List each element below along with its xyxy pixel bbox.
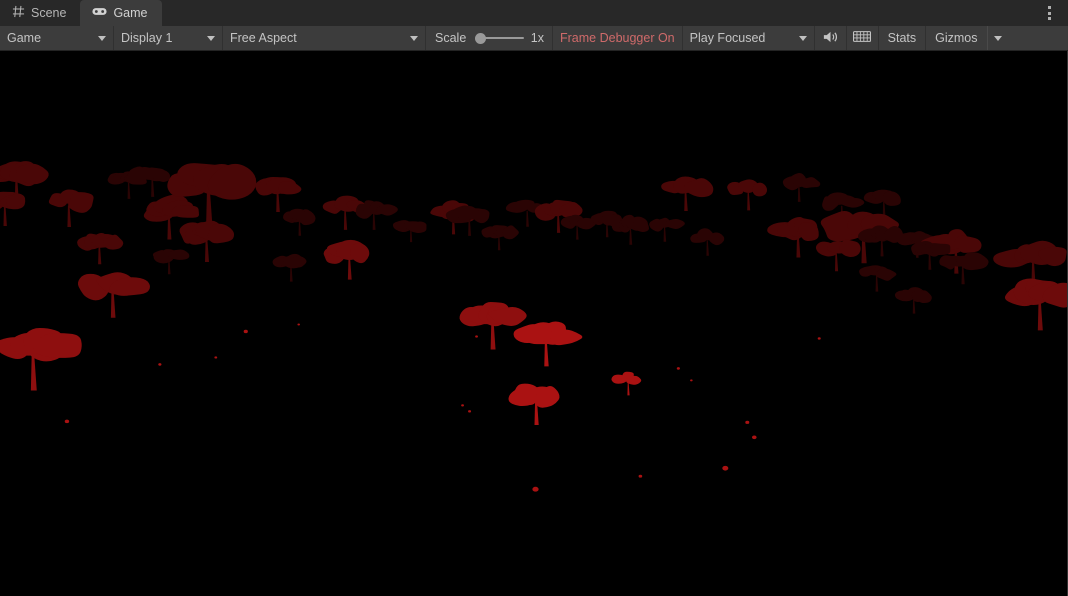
scale-label: Scale <box>435 30 467 45</box>
tree-silhouette <box>611 371 642 396</box>
distant-tree-speck <box>722 465 729 471</box>
tree-silhouette <box>77 272 150 318</box>
distant-tree-speck <box>158 363 162 366</box>
distant-tree-speck <box>532 486 539 492</box>
tree-silhouette <box>392 220 427 243</box>
unity-game-window: Scene Game Game Display 1 Free Aspect Sc… <box>0 0 1068 596</box>
distant-tree-speck <box>468 410 472 413</box>
chevron-down-icon <box>410 35 418 41</box>
tab-strip: Scene Game <box>0 0 1068 26</box>
tree-silhouette <box>859 265 897 292</box>
tree-silhouette <box>0 327 82 391</box>
tiled-grid-icon <box>853 30 872 46</box>
tab-game-label: Game <box>113 5 148 20</box>
tree-silhouette <box>815 239 861 272</box>
distant-tree-speck <box>64 419 70 424</box>
play-mode-dropdown-label: Play Focused <box>689 30 766 45</box>
tree-silhouette <box>323 239 370 280</box>
scale-slider[interactable] <box>475 31 524 45</box>
tree-silhouette <box>513 321 583 367</box>
aspect-ratio-dropdown[interactable]: Free Aspect <box>223 26 426 50</box>
tree-silhouette <box>459 301 527 350</box>
chevron-down-icon <box>798 35 807 41</box>
chevron-down-icon <box>994 35 1003 41</box>
grid-icon <box>12 5 25 21</box>
kebab-menu-icon[interactable] <box>1038 0 1060 26</box>
scale-slider-handle[interactable] <box>475 32 487 44</box>
distant-tree-speck <box>214 356 218 359</box>
stats-button-label: Stats <box>887 30 917 45</box>
distant-tree-speck <box>461 404 464 407</box>
view-type-dropdown[interactable]: Game <box>0 26 114 50</box>
view-type-dropdown-label: Game <box>7 30 42 45</box>
tree-silhouette <box>894 287 932 314</box>
tree-silhouette <box>283 208 316 236</box>
gizmo-grid-button[interactable] <box>847 26 879 50</box>
gizmos-button[interactable]: Gizmos <box>926 26 986 50</box>
distant-tree-speck <box>751 435 757 440</box>
scale-value: 1x <box>530 31 544 45</box>
distant-tree-speck <box>243 329 248 334</box>
distant-tree-speck <box>297 323 301 326</box>
distant-tree-speck <box>638 474 643 478</box>
distant-tree-speck <box>745 420 750 424</box>
game-view-canvas[interactable] <box>0 51 1068 596</box>
tree-silhouette <box>863 189 901 217</box>
distant-tree-speck <box>817 337 821 340</box>
display-dropdown[interactable]: Display 1 <box>114 26 223 50</box>
tree-silhouette <box>508 383 560 426</box>
tree-silhouette <box>661 176 714 212</box>
tree-silhouette <box>690 228 725 256</box>
tree-silhouette <box>355 200 398 230</box>
tab-scene-label: Scene <box>31 5 67 20</box>
tree-silhouette <box>152 249 190 275</box>
aspect-ratio-dropdown-label: Free Aspect <box>230 30 297 45</box>
mute-audio-button[interactable] <box>815 26 847 50</box>
speaker-icon <box>822 30 839 47</box>
tree-silhouette <box>727 179 768 211</box>
tree-silhouette <box>128 166 171 197</box>
tree-silhouette <box>1004 278 1067 331</box>
tree-silhouette <box>255 176 302 213</box>
frame-debugger-status[interactable]: Frame Debugger On <box>553 26 683 50</box>
tree-silhouette <box>48 189 94 227</box>
distant-tree-speck <box>676 367 680 370</box>
tree-silhouette <box>939 252 989 285</box>
tree-silhouette <box>481 225 519 251</box>
distant-tree-speck <box>475 335 478 338</box>
chevron-down-icon <box>98 35 106 41</box>
tree-silhouette <box>77 233 124 265</box>
display-dropdown-label: Display 1 <box>121 30 173 45</box>
frame-debugger-status-label: Frame Debugger On <box>560 31 675 45</box>
tab-game[interactable]: Game <box>80 0 162 26</box>
play-mode-dropdown[interactable]: Play Focused <box>683 26 815 50</box>
tree-silhouette <box>782 173 821 202</box>
scale-slider-track <box>480 37 524 39</box>
game-scene-render <box>0 161 1067 492</box>
gizmos-button-label: Gizmos <box>935 30 978 45</box>
tree-silhouette <box>272 253 307 282</box>
stats-button[interactable]: Stats <box>879 26 927 50</box>
chevron-down-icon <box>207 35 215 41</box>
game-view-toolbar: Game Display 1 Free Aspect Scale 1x Fram… <box>0 26 1068 51</box>
tree-silhouette <box>0 191 26 226</box>
gizmos-dropdown-button[interactable] <box>986 26 1009 50</box>
gamepad-icon <box>92 6 108 20</box>
tree-silhouette <box>649 217 685 242</box>
tab-scene[interactable]: Scene <box>0 0 80 26</box>
distant-tree-speck <box>690 379 693 382</box>
scale-slider-group[interactable]: Scale 1x <box>426 26 553 50</box>
tree-silhouette <box>767 216 819 258</box>
